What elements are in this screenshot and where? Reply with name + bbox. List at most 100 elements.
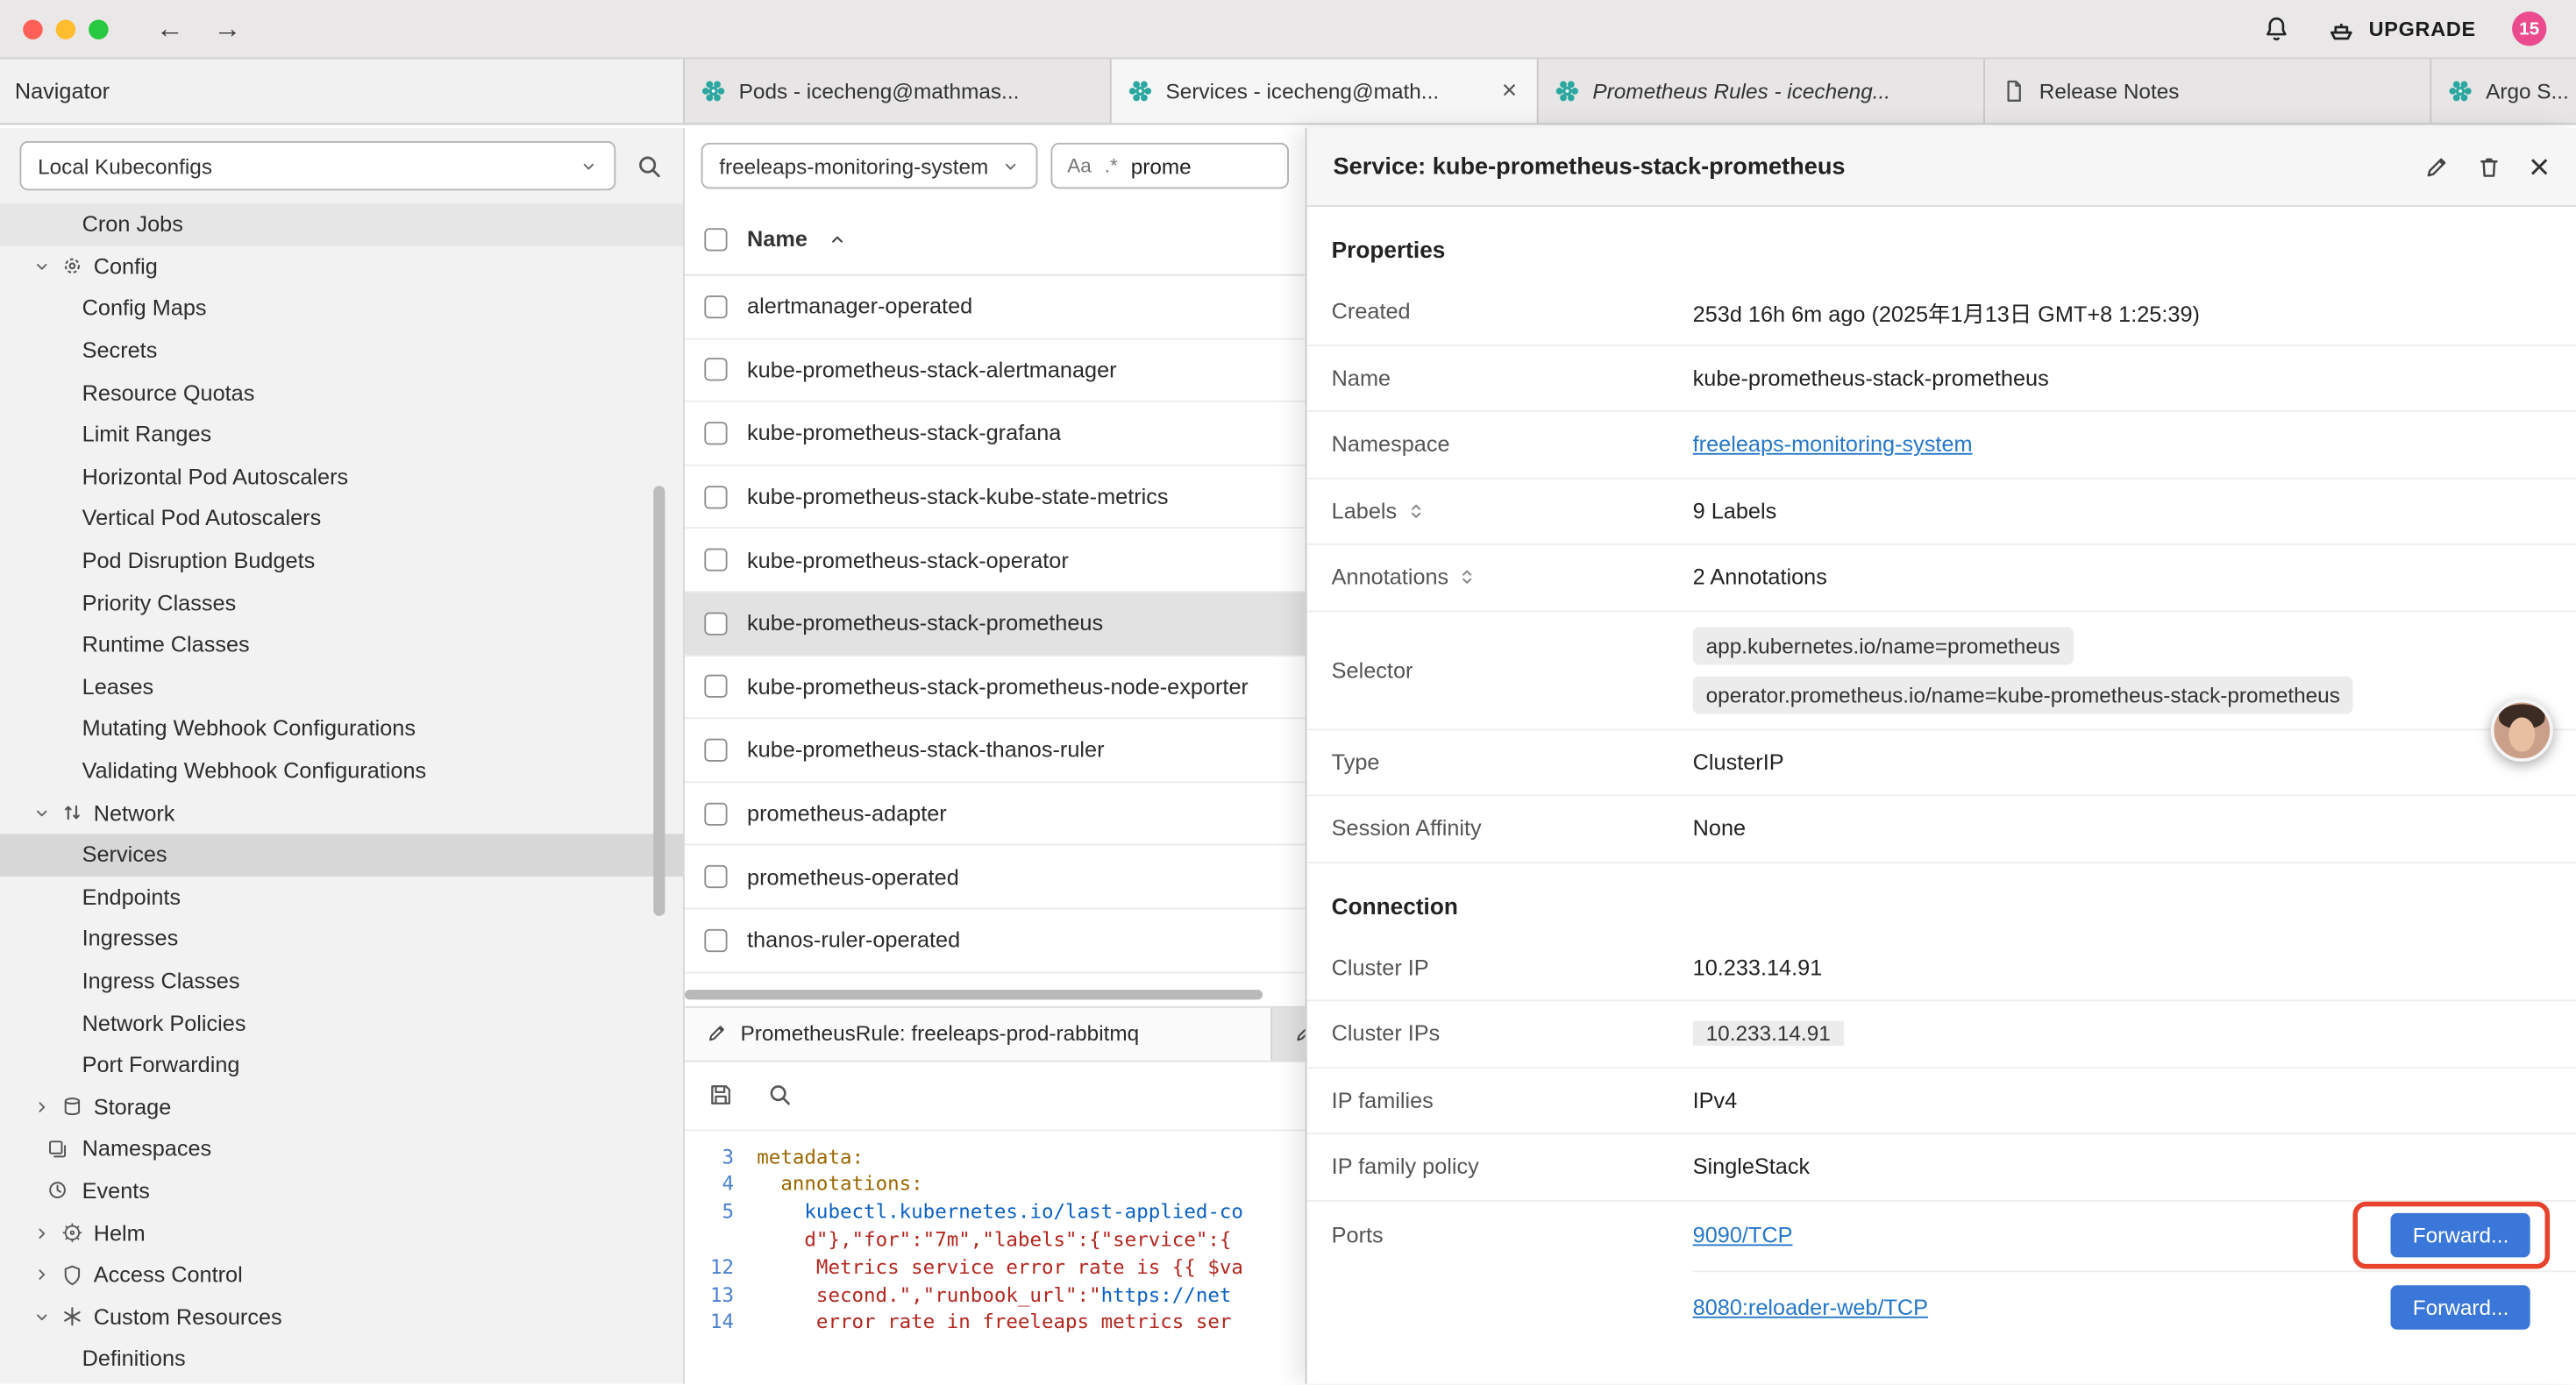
back-button[interactable]: ←	[156, 12, 184, 45]
yaml-editor[interactable]: 3metadata:4 annotations:5 kubectl.kubern…	[685, 1130, 1306, 1383]
notification-badge[interactable]: 15	[2512, 11, 2546, 46]
match-case-toggle[interactable]: Aa	[1067, 154, 1092, 177]
sidebar-item-helm[interactable]: Helm	[0, 1211, 683, 1254]
sidebar-item-definitions[interactable]: Definitions	[0, 1338, 683, 1380]
sidebar-item-ingress-classes[interactable]: Ingress Classes	[0, 960, 683, 1002]
sidebar-item-namespaces[interactable]: Namespaces	[0, 1128, 683, 1170]
sidebar-item-resource-quotas[interactable]: Resource Quotas	[0, 372, 683, 414]
avatar[interactable]	[2491, 700, 2553, 762]
sidebar-search-icon[interactable]	[636, 152, 664, 180]
upgrade-button[interactable]: UPGRADE	[2326, 14, 2476, 44]
row-checkbox[interactable]	[704, 802, 727, 825]
sidebar-scrollbar[interactable]	[653, 486, 665, 916]
table-row-prometheus-operated[interactable]: prometheus-operated	[685, 846, 1306, 909]
sidebar-item-config-maps[interactable]: Config Maps	[0, 288, 683, 330]
sidebar-item-services[interactable]: Services	[0, 834, 683, 876]
scrollbar-thumb[interactable]	[685, 989, 1263, 998]
select-all-checkbox[interactable]	[704, 227, 727, 250]
code-text: second.","runbook_url":"https://net	[757, 1282, 1231, 1309]
row-checkbox[interactable]	[704, 612, 727, 635]
table-row-prometheus-adapter[interactable]: prometheus-adapter	[685, 783, 1306, 846]
table-row-alertmanager-operated[interactable]: alertmanager-operated	[685, 276, 1306, 339]
row-name: prometheus-operated	[747, 864, 959, 889]
table-row-kube-prometheus-stack-alertmanager[interactable]: kube-prometheus-stack-alertmanager	[685, 339, 1306, 402]
regex-toggle[interactable]: .*	[1105, 154, 1118, 177]
tab-prometheus-rules-icecheng[interactable]: Prometheus Rules - icecheng...	[1539, 59, 1985, 123]
tab-services-icecheng-math[interactable]: Services - icecheng@math... ×	[1112, 59, 1539, 123]
row-checkbox[interactable]	[704, 865, 727, 888]
sidebar-item-cron-jobs[interactable]: Cron Jobs	[0, 203, 683, 245]
tab-label: Services - icecheng@math...	[1166, 79, 1486, 103]
detail-link[interactable]: freeleaps-monitoring-system	[1693, 432, 1973, 457]
table-row-kube-prometheus-stack-kube-state-metrics[interactable]: kube-prometheus-stack-kube-state-metrics	[685, 465, 1306, 529]
horizontal-scrollbar[interactable]	[685, 983, 1306, 1005]
row-checkbox[interactable]	[704, 422, 727, 444]
table-row-kube-prometheus-stack-prometheus[interactable]: kube-prometheus-stack-prometheus	[685, 593, 1306, 656]
sort-ascending-icon[interactable]	[827, 229, 846, 248]
table-row-kube-prometheus-stack-operator[interactable]: kube-prometheus-stack-operator	[685, 529, 1306, 593]
tab-close-icon[interactable]: ×	[1498, 78, 1520, 104]
tab-pods-icecheng-mathmas[interactable]: Pods - icecheng@mathmas...	[685, 59, 1112, 123]
row-checkbox[interactable]	[704, 485, 727, 508]
tab-argo-s[interactable]: Argo S...	[2431, 59, 2576, 123]
code-line: 12 Metrics service error rate is {{ $va	[691, 1254, 1305, 1281]
sidebar-item-custom-resources[interactable]: Custom Resources	[0, 1296, 683, 1338]
sidebar-item-secrets[interactable]: Secrets	[0, 330, 683, 372]
sidebar-item-limit-ranges[interactable]: Limit Ranges	[0, 414, 683, 456]
editor-tab-1[interactable]	[1272, 1007, 1305, 1060]
sidebar-item-vertical-pod-autoscalers[interactable]: Vertical Pod Autoscalers	[0, 498, 683, 540]
name-column-header[interactable]: Name	[747, 226, 808, 251]
edit-button[interactable]	[2423, 153, 2450, 180]
sidebar-item-port-forwarding[interactable]: Port Forwarding	[0, 1044, 683, 1086]
sidebar-item-events[interactable]: Events	[0, 1170, 683, 1212]
close-window-button[interactable]	[23, 19, 42, 39]
sidebar-item-leases[interactable]: Leases	[0, 665, 683, 707]
row-checkbox[interactable]	[704, 739, 727, 762]
sidebar-item-ingresses[interactable]: Ingresses	[0, 918, 683, 960]
sidebar-item-endpoints[interactable]: Endpoints	[0, 876, 683, 918]
row-checkbox[interactable]	[704, 675, 727, 698]
sidebar-item-pod-disruption-budgets[interactable]: Pod Disruption Budgets	[0, 540, 683, 582]
kubeconfig-bar: Local Kubeconfigs	[0, 128, 683, 203]
row-checkbox[interactable]	[704, 928, 727, 951]
detail-row-annotations: Annotations2 Annotations	[1307, 545, 2576, 612]
namespace-filter[interactable]: freeleaps-monitoring-system	[701, 143, 1038, 188]
sidebar-item-runtime-classes[interactable]: Runtime Classes	[0, 623, 683, 665]
sidebar-item-validating-webhook-configurations[interactable]: Validating Webhook Configurations	[0, 749, 683, 792]
row-checkbox[interactable]	[704, 295, 727, 318]
forward-button[interactable]: Forward...	[2391, 1213, 2530, 1258]
row-checkbox[interactable]	[704, 549, 727, 572]
search-input[interactable]: prome	[1131, 153, 1192, 178]
tab-release-notes[interactable]: Release Notes	[1985, 59, 2431, 123]
sidebar-item-access-control[interactable]: Access Control	[0, 1254, 683, 1296]
table-row-kube-prometheus-stack-thanos-ruler[interactable]: kube-prometheus-stack-thanos-ruler	[685, 719, 1306, 782]
sidebar-item-mutating-webhook-configurations[interactable]: Mutating Webhook Configurations	[0, 707, 683, 749]
editor-search-icon[interactable]	[767, 1082, 793, 1108]
port-link[interactable]: 9090/TCP	[1693, 1223, 1793, 1247]
detail-label-text: Cluster IP	[1332, 955, 1429, 979]
table-row-kube-prometheus-stack-grafana[interactable]: kube-prometheus-stack-grafana	[685, 402, 1306, 465]
services-list-panel: freeleaps-monitoring-system Aa .* prome …	[685, 128, 1306, 1384]
maximize-window-button[interactable]	[89, 19, 108, 39]
forward-button[interactable]: →	[213, 12, 241, 45]
search-box[interactable]: Aa .* prome	[1050, 143, 1288, 188]
sidebar-item-priority-classes[interactable]: Priority Classes	[0, 582, 683, 624]
table-row-kube-prometheus-stack-prometheus-node-exporter[interactable]: kube-prometheus-stack-prometheus-node-ex…	[685, 656, 1306, 719]
forward-button[interactable]: Forward...	[2391, 1284, 2530, 1329]
sidebar-item-network[interactable]: Network	[0, 792, 683, 834]
close-drawer-button[interactable]: ×	[2529, 148, 2550, 184]
port-link[interactable]: 8080:reloader-web/TCP	[1693, 1295, 1928, 1319]
editor-tab-0[interactable]: PrometheusRule: freeleaps-prod-rabbitmq	[685, 1007, 1272, 1060]
bell-icon[interactable]	[2262, 15, 2290, 43]
delete-button[interactable]	[2476, 153, 2502, 180]
table-row-thanos-ruler-operated[interactable]: thanos-ruler-operated	[685, 909, 1306, 972]
kubeconfig-selector[interactable]: Local Kubeconfigs	[19, 141, 616, 190]
minimize-window-button[interactable]	[56, 19, 75, 39]
sidebar-item-config[interactable]: Config	[0, 245, 683, 288]
sidebar-item-storage[interactable]: Storage	[0, 1086, 683, 1128]
row-checkbox[interactable]	[704, 359, 727, 381]
sidebar-item-horizontal-pod-autoscalers[interactable]: Horizontal Pod Autoscalers	[0, 456, 683, 498]
save-icon[interactable]	[708, 1082, 734, 1108]
sidebar-item-network-policies[interactable]: Network Policies	[0, 1002, 683, 1044]
detail-value: freeleaps-monitoring-system	[1693, 432, 2551, 457]
